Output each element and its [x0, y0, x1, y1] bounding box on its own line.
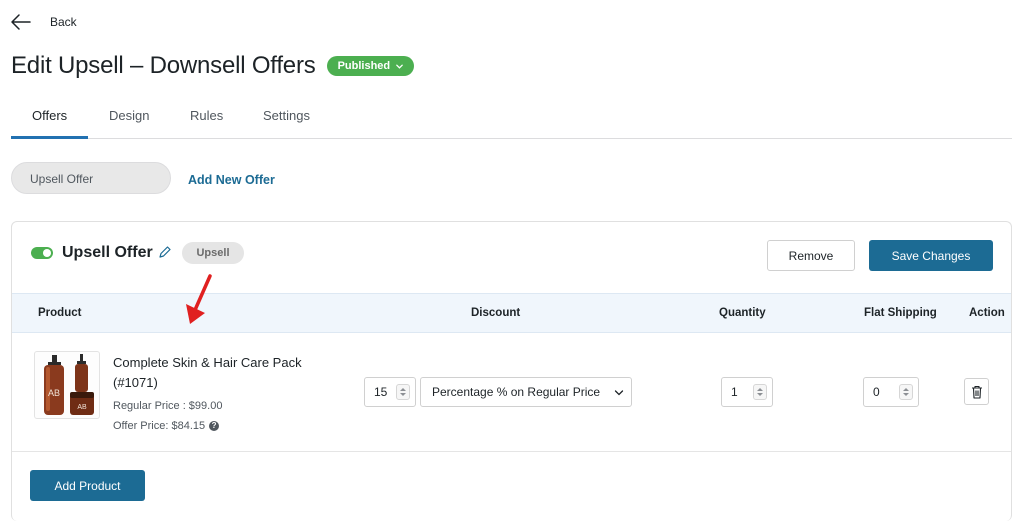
svg-text:AB: AB [48, 388, 60, 398]
page-title: Edit Upsell – Downsell Offers [11, 52, 316, 79]
discount-value-input[interactable]: 15 [364, 377, 416, 407]
flat-shipping-value: 0 [873, 385, 880, 399]
chevron-down-icon [396, 64, 403, 69]
discount-type-value: Percentage % on Regular Price [432, 385, 601, 399]
offer-title: Upsell Offer [62, 244, 153, 261]
trash-icon [972, 385, 982, 399]
products-table-header: Product Discount Quantity Flat Shipping … [12, 293, 1011, 333]
flat-shipping-stepper[interactable] [899, 384, 913, 400]
status-badge[interactable]: Published [326, 56, 415, 76]
help-icon[interactable]: ? [209, 421, 220, 432]
remove-button[interactable]: Remove [767, 240, 855, 271]
offer-card: Upsell Offer Upsell Remove Save Changes … [11, 221, 1012, 521]
pencil-icon[interactable] [158, 245, 172, 259]
svg-text:AB: AB [77, 404, 87, 411]
save-changes-button[interactable]: Save Changes [869, 240, 993, 271]
offer-pill-upsell[interactable]: Upsell Offer [11, 162, 171, 194]
column-header-discount: Discount [471, 307, 521, 319]
quantity-stepper[interactable] [753, 384, 767, 400]
product-thumbnail: AB AB [34, 351, 100, 419]
flat-shipping-input[interactable]: 0 [863, 377, 919, 407]
tab-rules[interactable]: Rules [190, 108, 223, 123]
product-image-icon: AB AB [44, 354, 94, 415]
add-product-button[interactable]: Add Product [30, 470, 145, 501]
active-tab-indicator [11, 136, 88, 139]
toggle-knob [43, 249, 51, 257]
tab-settings[interactable]: Settings [263, 108, 310, 123]
title-row: Edit Upsell – Downsell Offers Published [11, 52, 415, 80]
discount-stepper[interactable] [396, 384, 410, 400]
discount-type-select[interactable]: Percentage % on Regular Price [420, 377, 632, 407]
chevron-down-icon [614, 390, 624, 396]
offer-price-text: Offer Price: $84.15 [113, 420, 206, 432]
quantity-value: 1 [731, 385, 738, 399]
status-label: Published [337, 60, 391, 72]
product-name: Complete Skin & Hair Care Pack (#1071) [113, 355, 302, 390]
regular-price: Regular Price : $99.00 [113, 400, 223, 412]
offer-type-badge: Upsell [182, 242, 244, 264]
column-header-action: Action [969, 307, 1005, 319]
back-label: Back [50, 15, 77, 29]
add-new-offer-link[interactable]: Add New Offer [188, 173, 275, 187]
quantity-input[interactable]: 1 [721, 377, 773, 407]
column-header-quantity: Quantity [719, 307, 766, 319]
table-row: AB AB Complete Skin & Hair Care Pack (#1… [12, 333, 1011, 452]
column-header-product: Product [38, 307, 82, 319]
annotation-arrow-icon [186, 274, 212, 324]
offer-price: Offer Price: $84.15? [113, 420, 220, 432]
tab-bar: Offers Design Rules Settings [11, 96, 1012, 139]
column-header-flat-shipping: Flat Shipping [864, 307, 937, 319]
arrow-left-icon [11, 14, 31, 30]
offer-enabled-toggle[interactable] [31, 247, 53, 259]
back-link[interactable]: Back [10, 12, 77, 32]
delete-product-button[interactable] [964, 378, 989, 405]
tab-design[interactable]: Design [109, 108, 149, 123]
discount-value: 15 [374, 385, 388, 399]
tab-offers[interactable]: Offers [32, 108, 67, 123]
